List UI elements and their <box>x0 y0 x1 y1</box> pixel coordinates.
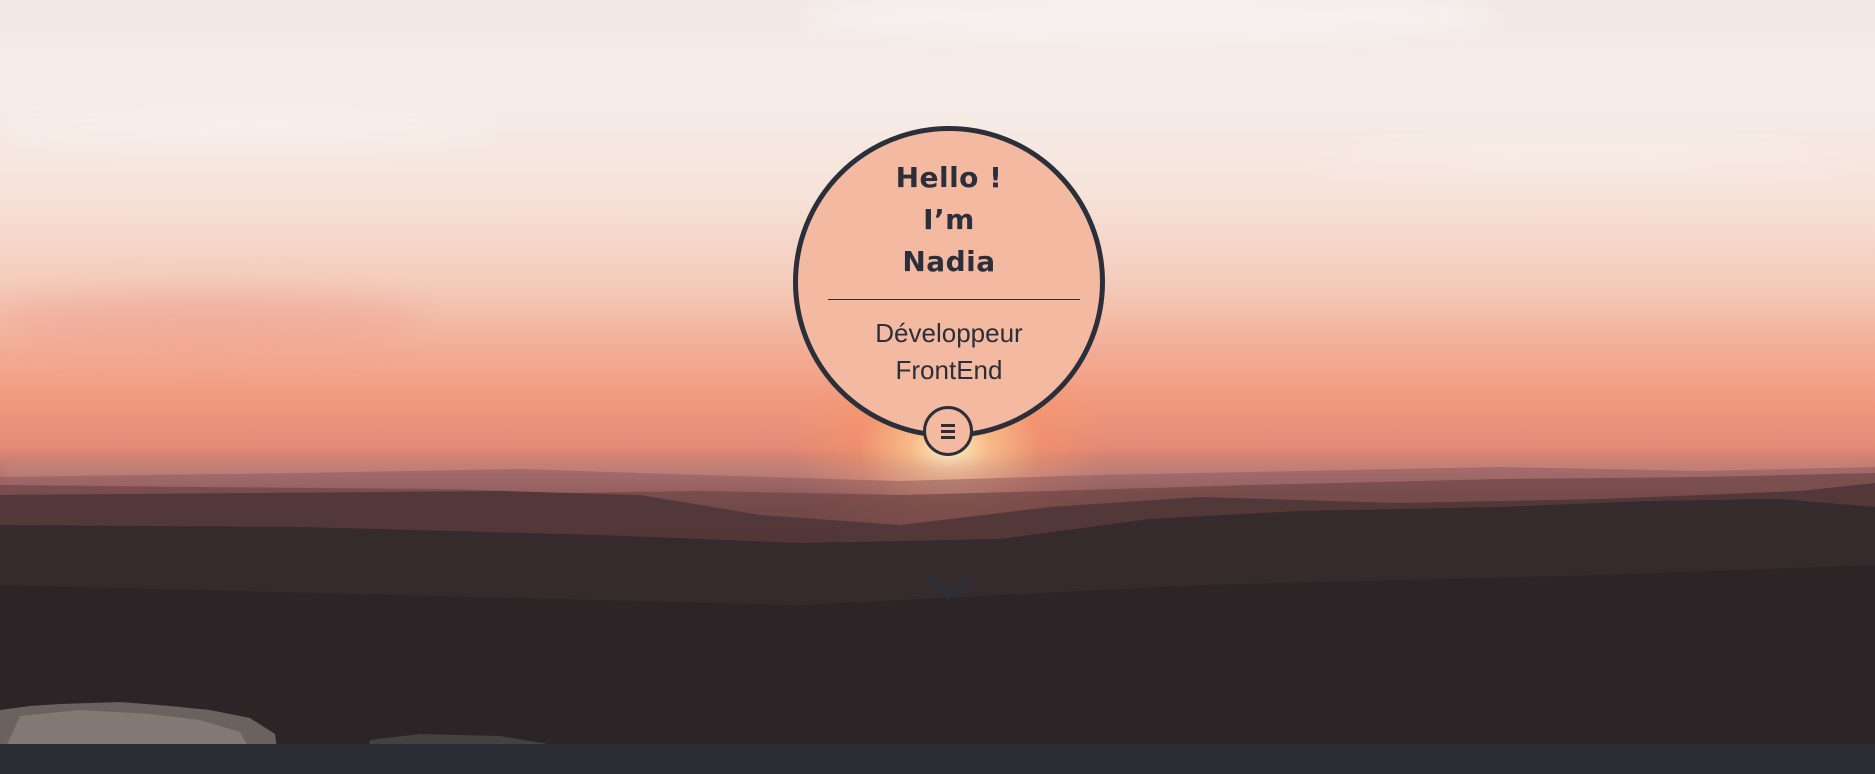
chevron-down-icon <box>925 575 973 599</box>
menu-button[interactable] <box>923 406 973 456</box>
bottom-bar <box>0 744 1875 774</box>
scroll-down-button[interactable] <box>924 572 974 602</box>
cloud <box>0 290 420 350</box>
greeting-line: I’m <box>923 203 975 236</box>
greeting-heading: Hello ! I’m Nadia <box>798 157 1100 283</box>
cloud <box>1300 140 1860 176</box>
cloud <box>800 0 1500 40</box>
role-line: Développeur <box>875 318 1023 348</box>
divider <box>828 299 1080 300</box>
hero-section: Hello ! I’m Nadia Développeur FrontEnd <box>0 0 1875 774</box>
role-subtitle: Développeur FrontEnd <box>798 315 1100 389</box>
role-line: FrontEnd <box>895 355 1003 385</box>
intro-circle: Hello ! I’m Nadia Développeur FrontEnd <box>793 126 1105 438</box>
cloud <box>0 110 500 150</box>
greeting-line: Hello ! <box>895 161 1003 194</box>
greeting-name: Nadia <box>902 245 996 278</box>
